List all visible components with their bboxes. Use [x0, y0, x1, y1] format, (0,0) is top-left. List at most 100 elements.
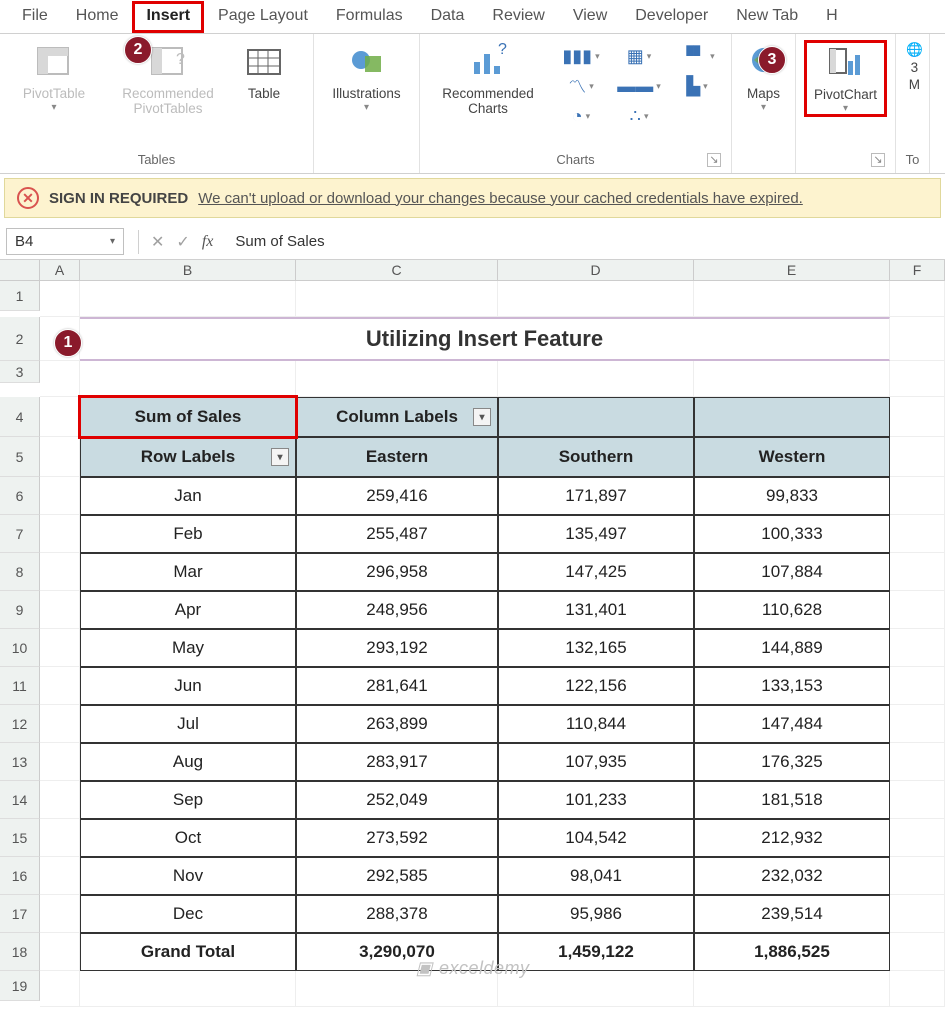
- tab-developer[interactable]: Developer: [621, 1, 722, 33]
- pivot-value[interactable]: 110,844: [498, 705, 694, 743]
- pivot-month[interactable]: Jun: [80, 667, 296, 705]
- pivot-value[interactable]: 122,156: [498, 667, 694, 705]
- pivot-value[interactable]: 135,497: [498, 515, 694, 553]
- pivot-month[interactable]: Oct: [80, 819, 296, 857]
- col-header[interactable]: B: [80, 260, 296, 280]
- empty-cell[interactable]: [890, 437, 945, 477]
- pie-chart-button[interactable]: ◔▾: [556, 102, 606, 130]
- empty-cell[interactable]: [890, 971, 945, 1007]
- empty-cell[interactable]: [694, 361, 890, 397]
- tab-data[interactable]: Data: [417, 1, 479, 33]
- pivot-month[interactable]: Nov: [80, 857, 296, 895]
- pivot-row-labels[interactable]: Row Labels▾: [80, 437, 296, 477]
- empty-cell[interactable]: [40, 553, 80, 591]
- empty-cell[interactable]: [40, 819, 80, 857]
- row-header[interactable]: 8: [0, 553, 40, 591]
- pivot-value[interactable]: 107,884: [694, 553, 890, 591]
- empty-cell[interactable]: [890, 361, 945, 397]
- col-header[interactable]: C: [296, 260, 498, 280]
- treemap-chart-button[interactable]: ▦▾: [614, 42, 664, 70]
- pivot-value[interactable]: 248,956: [296, 591, 498, 629]
- close-icon[interactable]: ✕: [17, 187, 39, 209]
- empty-cell[interactable]: [890, 781, 945, 819]
- pivot-grand-total-label[interactable]: Grand Total: [80, 933, 296, 971]
- message-link[interactable]: We can't upload or download your changes…: [198, 190, 803, 207]
- enter-formula-icon[interactable]: ✓: [170, 232, 195, 252]
- threeD-map-button[interactable]: 🌐 3 M: [904, 40, 925, 94]
- pivot-value[interactable]: 133,153: [694, 667, 890, 705]
- pivot-month[interactable]: Sep: [80, 781, 296, 819]
- line-chart-button[interactable]: 〽▾: [556, 72, 606, 100]
- select-all-corner[interactable]: [0, 260, 40, 280]
- row-header[interactable]: 11: [0, 667, 40, 705]
- pivot-month[interactable]: Jan: [80, 477, 296, 515]
- pivot-value[interactable]: 288,378: [296, 895, 498, 933]
- tab-formulas[interactable]: Formulas: [322, 1, 417, 33]
- pivot-grand-total-value[interactable]: 1,886,525: [694, 933, 890, 971]
- dialog-launcher-icon[interactable]: ↘: [871, 153, 885, 167]
- column-chart-button[interactable]: ▮▮▮▾: [556, 42, 606, 70]
- pivot-value[interactable]: 107,935: [498, 743, 694, 781]
- pivot-value[interactable]: 281,641: [296, 667, 498, 705]
- pivot-grand-total-value[interactable]: 3,290,070: [296, 933, 498, 971]
- empty-cell[interactable]: [296, 361, 498, 397]
- pivot-value[interactable]: 95,986: [498, 895, 694, 933]
- col-header[interactable]: E: [694, 260, 890, 280]
- row-header[interactable]: 1: [0, 281, 40, 311]
- pivot-value[interactable]: 144,889: [694, 629, 890, 667]
- empty-cell[interactable]: [890, 515, 945, 553]
- empty-cell[interactable]: [890, 397, 945, 437]
- pivot-value[interactable]: 283,917: [296, 743, 498, 781]
- formula-value[interactable]: Sum of Sales: [219, 233, 324, 250]
- empty-cell[interactable]: [80, 971, 296, 1007]
- empty-cell[interactable]: [890, 591, 945, 629]
- col-header[interactable]: D: [498, 260, 694, 280]
- row-header[interactable]: 2: [0, 317, 40, 361]
- row-header[interactable]: 16: [0, 857, 40, 895]
- empty-cell[interactable]: [694, 971, 890, 1007]
- col-header[interactable]: F: [890, 260, 945, 280]
- pivot-value[interactable]: 239,514: [694, 895, 890, 933]
- empty-cell[interactable]: [40, 781, 80, 819]
- empty-cell[interactable]: [40, 667, 80, 705]
- row-header[interactable]: 13: [0, 743, 40, 781]
- row-header[interactable]: 12: [0, 705, 40, 743]
- pivot-month[interactable]: Feb: [80, 515, 296, 553]
- row-header[interactable]: 6: [0, 477, 40, 515]
- tab-file[interactable]: File: [8, 1, 62, 33]
- pivot-header-blank[interactable]: [498, 397, 694, 437]
- pivot-month[interactable]: Jul: [80, 705, 296, 743]
- pivot-value[interactable]: 232,032: [694, 857, 890, 895]
- empty-cell[interactable]: [890, 477, 945, 515]
- pivot-value[interactable]: 181,518: [694, 781, 890, 819]
- pivot-region-header[interactable]: Western: [694, 437, 890, 477]
- empty-cell[interactable]: [890, 857, 945, 895]
- pivot-column-labels[interactable]: Column Labels▾: [296, 397, 498, 437]
- row-header[interactable]: 15: [0, 819, 40, 857]
- empty-cell[interactable]: [40, 971, 80, 1007]
- empty-cell[interactable]: [40, 895, 80, 933]
- recommended-charts-button[interactable]: ? Recommended Charts: [428, 40, 548, 118]
- empty-cell[interactable]: [890, 281, 945, 317]
- pivot-value[interactable]: 259,416: [296, 477, 498, 515]
- empty-cell[interactable]: [890, 819, 945, 857]
- empty-cell[interactable]: [890, 317, 945, 361]
- empty-cell[interactable]: [80, 281, 296, 317]
- pivot-header-blank[interactable]: [694, 397, 890, 437]
- pivot-month[interactable]: Aug: [80, 743, 296, 781]
- empty-cell[interactable]: [40, 629, 80, 667]
- empty-cell[interactable]: [296, 971, 498, 1007]
- dialog-launcher-icon[interactable]: ↘: [707, 153, 721, 167]
- name-box[interactable]: B4 ▾: [6, 228, 124, 255]
- empty-cell[interactable]: [890, 705, 945, 743]
- empty-cell[interactable]: [40, 705, 80, 743]
- row-header[interactable]: 17: [0, 895, 40, 933]
- combo-chart-button[interactable]: ▙▾: [672, 72, 722, 100]
- pivot-value[interactable]: 147,484: [694, 705, 890, 743]
- empty-cell[interactable]: [890, 933, 945, 971]
- pivot-sum-of-sales[interactable]: Sum of Sales: [80, 397, 296, 437]
- empty-cell[interactable]: [40, 397, 80, 437]
- empty-cell[interactable]: [40, 437, 80, 477]
- pivot-value[interactable]: 212,932: [694, 819, 890, 857]
- empty-cell[interactable]: [890, 553, 945, 591]
